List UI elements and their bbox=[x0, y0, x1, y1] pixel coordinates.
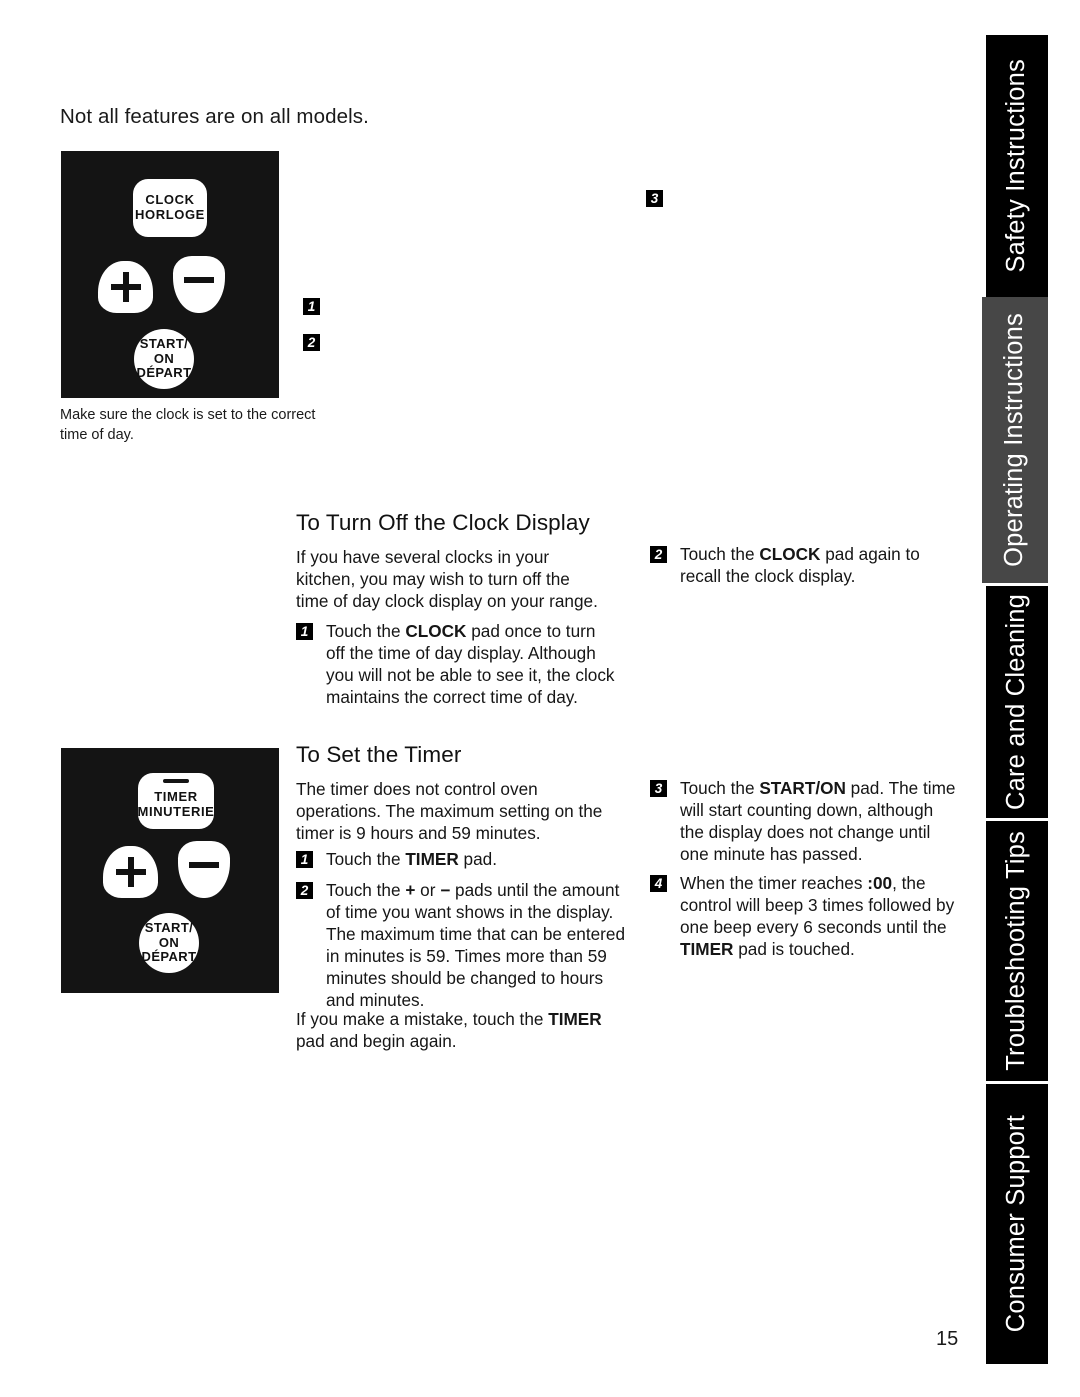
sidebar-tab-safety-instructions[interactable]: Safety Instructions bbox=[986, 35, 1048, 297]
page-number: 15 bbox=[936, 1328, 959, 1350]
step-text-before: Touch the bbox=[680, 778, 760, 798]
step-number-badge: 3 bbox=[650, 780, 669, 799]
step-number-badge: 4 bbox=[650, 875, 669, 894]
timer-pad-label-line2: MINUTERIE bbox=[137, 804, 215, 819]
sidebar-tab-label: Consumer Support bbox=[1002, 1115, 1031, 1333]
sidebar-tab-label: Operating Instructions bbox=[1000, 313, 1029, 567]
timer-intro-paragraph: The timer does not control oven operatio… bbox=[296, 778, 626, 844]
timer-step-3: 3 Touch the START/ON pad. The time will … bbox=[650, 777, 960, 865]
plus-icon bbox=[110, 272, 141, 302]
callout-number-text: 2 bbox=[303, 334, 320, 351]
start-pad-label-line3: DÉPART bbox=[141, 949, 197, 965]
step-text-before: Touch the bbox=[680, 544, 760, 564]
start-on-pad[interactable]: START/ ON DÉPART bbox=[139, 913, 199, 973]
timer-step-4: 4 When the timer reaches :00, the contro… bbox=[650, 872, 970, 960]
clock-display-intro-text: If you have several clocks in your kitch… bbox=[296, 547, 598, 612]
step-number-text: 3 bbox=[650, 780, 667, 797]
timer-step-2: 2 Touch the + or − pads until the amount… bbox=[296, 879, 626, 1011]
step-text-before: Touch the bbox=[326, 849, 406, 869]
clock-display-step-1: 1 Touch the CLOCK pad once to turn off t… bbox=[296, 620, 616, 708]
step-text: Touch the + or − pads until the amount o… bbox=[326, 879, 626, 1011]
mistake-note-bold: TIMER bbox=[548, 1009, 602, 1029]
minus-pad[interactable] bbox=[173, 256, 225, 313]
clock-pad-label-line1: CLOCK bbox=[145, 192, 195, 208]
sidebar-tab-troubleshooting-tips[interactable]: Troubleshooting Tips bbox=[986, 821, 1048, 1081]
start-pad-label-line2: ON bbox=[158, 934, 180, 950]
clock-display-step-2: 2 Touch the CLOCK pad again to recall th… bbox=[650, 543, 950, 587]
start-on-pad[interactable]: START/ ON DÉPART bbox=[134, 329, 194, 389]
start-pad-label-line1: START/ bbox=[139, 336, 189, 352]
step-number-text: 2 bbox=[650, 546, 667, 563]
clock-pad-label-line2: HORLOGE bbox=[135, 207, 205, 222]
sidebar-tab-consumer-support[interactable]: Consumer Support bbox=[986, 1084, 1048, 1364]
step-text-bold-minus: − bbox=[440, 880, 451, 900]
clock-control-panel-illustration: CLOCK HORLOGE START/ ON DÉPART bbox=[61, 151, 279, 398]
clock-panel-caption: Make sure the clock is set to the correc… bbox=[60, 407, 316, 443]
timer-pad[interactable]: TIMER MINUTERIE bbox=[138, 773, 214, 829]
callout-number-text: 1 bbox=[303, 298, 320, 315]
timer-intro-text: The timer does not control oven operatio… bbox=[296, 779, 603, 844]
timer-section-heading: To Set the Timer bbox=[296, 742, 462, 767]
step-number-badge: 1 bbox=[296, 851, 315, 870]
start-pad-label-line1: START/ bbox=[144, 920, 194, 936]
step-text: Touch the TIMER pad. bbox=[326, 848, 497, 870]
step-text: When the timer reaches :00, the control … bbox=[680, 872, 970, 960]
step-text-after: pad is touched. bbox=[733, 939, 855, 960]
step-text-before: Touch the bbox=[326, 621, 406, 641]
minus-icon bbox=[189, 850, 219, 880]
mistake-note-after: pad and begin again. bbox=[296, 1031, 457, 1052]
timer-indicator-bar-icon bbox=[163, 779, 189, 783]
step-text-before: When the timer reaches bbox=[680, 873, 868, 893]
step-text-bold-plus: + bbox=[405, 880, 416, 900]
step-text-bold: CLOCK bbox=[759, 544, 821, 564]
timer-step-1: 1 Touch the TIMER pad. bbox=[296, 848, 616, 870]
step-number-badge: 2 bbox=[296, 882, 315, 901]
clock-pad[interactable]: CLOCK HORLOGE bbox=[133, 179, 207, 237]
sidebar-tab-care-and-cleaning[interactable]: Care and Cleaning bbox=[986, 586, 1048, 818]
sidebar-tab-label: Troubleshooting Tips bbox=[1002, 831, 1031, 1071]
timer-pad-label-line1: TIMER bbox=[154, 789, 198, 805]
step-number-text: 4 bbox=[650, 875, 667, 892]
callout-number-2: 2 bbox=[303, 334, 322, 353]
step-number-badge: 2 bbox=[650, 546, 669, 565]
section-tab-rail: Safety Instructions Operating Instructio… bbox=[982, 35, 1048, 1364]
step-text-bold: CLOCK bbox=[405, 621, 467, 641]
plus-pad[interactable] bbox=[98, 261, 153, 313]
step-text-bold: TIMER bbox=[405, 849, 459, 869]
sidebar-tab-label: Care and Cleaning bbox=[1002, 593, 1031, 811]
step-text: Touch the START/ON pad. The time will st… bbox=[680, 777, 960, 865]
callout-number-3: 3 bbox=[646, 190, 665, 209]
step-text-after: pad. bbox=[458, 849, 498, 869]
step-text: Touch the CLOCK pad again to recall the … bbox=[680, 543, 950, 587]
step-number-text: 1 bbox=[296, 851, 313, 868]
sidebar-tab-operating-instructions[interactable]: Operating Instructions bbox=[982, 297, 1048, 583]
step-text-mid: or bbox=[415, 880, 441, 900]
timer-mistake-note: If you make a mistake, touch the TIMER p… bbox=[296, 1008, 616, 1052]
clock-display-section-heading: To Turn Off the Clock Display bbox=[296, 510, 590, 535]
clock-display-intro-paragraph: If you have several clocks in your kitch… bbox=[296, 546, 598, 612]
start-pad-label-line3: DÉPART bbox=[136, 365, 192, 381]
callout-number-text: 3 bbox=[646, 190, 663, 207]
step-text: Touch the CLOCK pad once to turn off the… bbox=[326, 620, 616, 708]
step-text-before: Touch the bbox=[326, 880, 406, 900]
callout-number-1: 1 bbox=[303, 298, 322, 317]
step-text-bold: START/ON bbox=[759, 778, 846, 798]
plus-icon bbox=[115, 857, 146, 887]
minus-pad[interactable] bbox=[178, 841, 230, 898]
step-number-text: 1 bbox=[296, 623, 313, 640]
not-all-features-note: Not all features are on all models. bbox=[60, 105, 369, 128]
step-text-bold-timer: TIMER bbox=[680, 939, 734, 960]
minus-icon bbox=[184, 265, 214, 295]
plus-pad[interactable] bbox=[103, 846, 158, 898]
sidebar-tab-label: Safety Instructions bbox=[1002, 59, 1031, 273]
start-pad-label-line2: ON bbox=[153, 350, 175, 366]
step-number-badge: 1 bbox=[296, 623, 315, 642]
mistake-note-before: If you make a mistake, touch the bbox=[296, 1009, 549, 1029]
step-number-text: 2 bbox=[296, 882, 313, 899]
step-text-bold-zero: :00 bbox=[867, 873, 893, 893]
timer-control-panel-illustration: TIMER MINUTERIE START/ ON DÉPART bbox=[61, 748, 279, 993]
